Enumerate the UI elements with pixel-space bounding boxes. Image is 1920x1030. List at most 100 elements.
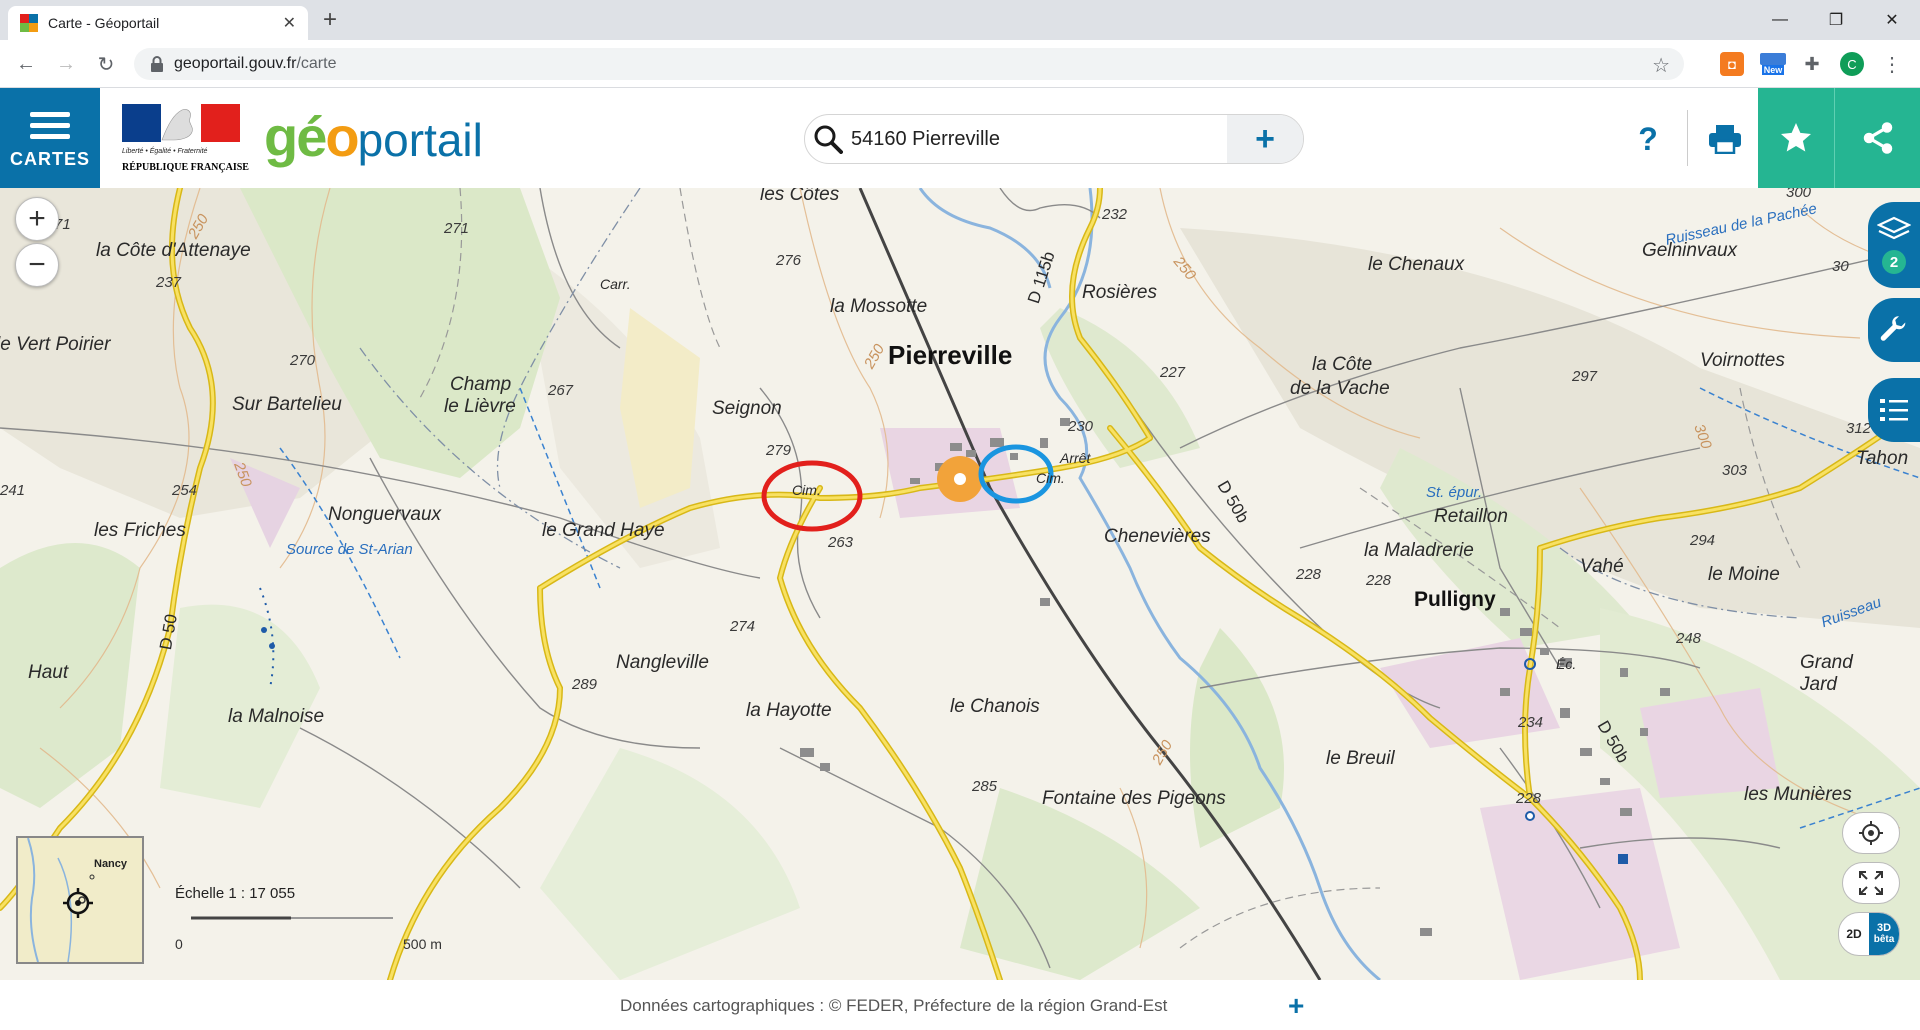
map-label: Source de St-Arian <box>286 541 413 558</box>
altitude-label: 241 <box>0 482 26 499</box>
zoom-out-button[interactable]: − <box>15 243 59 287</box>
map-label: la Mossotte <box>830 296 928 317</box>
extensions-puzzle-icon[interactable]: ✚ <box>1800 52 1824 76</box>
geoportail-logo[interactable]: géoportail <box>264 104 483 169</box>
wrench-icon <box>1880 316 1906 341</box>
church-marker-pulligny <box>1618 854 1628 864</box>
altitude-label: 248 <box>1676 630 1702 647</box>
hamburger-icon <box>30 106 70 145</box>
zoom-in-button[interactable]: + <box>15 197 59 241</box>
window-close-icon[interactable]: ✕ <box>1864 0 1920 40</box>
header-divider <box>1687 110 1688 166</box>
map-label: Vahé <box>1580 556 1624 577</box>
map-label: Nonguervaux <box>328 504 442 525</box>
cartes-menu-button[interactable]: CARTES <box>0 88 100 188</box>
star-icon <box>1781 123 1811 152</box>
cartes-label: CARTES <box>9 149 90 169</box>
map-label: le Moine <box>1708 564 1780 585</box>
altitude-label: 276 <box>776 252 802 269</box>
map-footer: Données cartographiques : © FEDER, Préfe… <box>0 980 1920 1030</box>
map-label: St. épur. <box>1426 484 1483 501</box>
search-options-button[interactable]: + <box>1227 115 1303 163</box>
map-label: Carr. <box>600 276 631 292</box>
altitude-label: 237 <box>156 274 182 291</box>
extension-shop-icon[interactable]: ◘ <box>1720 52 1744 76</box>
url-text: geoportail.gouv.fr/carte <box>174 55 337 72</box>
crosshair-icon <box>1859 821 1883 845</box>
legend-list-button[interactable] <box>1868 378 1920 442</box>
altitude-label: 271 <box>444 220 470 237</box>
window-controls: — ❐ ✕ <box>1752 0 1920 40</box>
attribution-text: Données cartographiques : © FEDER, Préfe… <box>620 996 1168 1015</box>
map-label: Nangleville <box>616 652 709 673</box>
profile-avatar[interactable]: C <box>1840 52 1864 76</box>
map-label: le Vert Poirier <box>0 334 111 355</box>
share-button[interactable] <box>1834 88 1920 188</box>
extension-new-icon[interactable]: New <box>1758 52 1788 76</box>
map-label: Sur Bartelieu <box>232 394 342 415</box>
scale-end: 500 m <box>403 936 442 952</box>
altitude-label: 228 <box>1296 566 1322 583</box>
map-label: la Maladrerie <box>1364 540 1474 561</box>
altitude-label: 263 <box>828 534 854 551</box>
map-label: Rosières <box>1082 282 1157 303</box>
minimize-icon[interactable]: — <box>1752 0 1808 40</box>
map-label: Haut <box>28 662 69 683</box>
map-view[interactable]: les Côtes la Côte d'Attenaye le Vert Poi… <box>0 188 1920 980</box>
browser-tab[interactable]: Carte - Géoportail ✕ <box>8 6 308 40</box>
map-label: les Côtes <box>760 188 840 205</box>
layers-button[interactable]: 2 <box>1868 202 1920 288</box>
topographic-map-canvas <box>0 188 1920 980</box>
browser-menu-icon[interactable]: ⋮ <box>1880 52 1904 76</box>
geolocate-button[interactable] <box>1842 812 1900 854</box>
forward-arrow-icon[interactable]: → <box>52 50 80 78</box>
back-arrow-icon[interactable]: ← <box>12 50 40 78</box>
new-tab-button[interactable]: + <box>323 6 337 34</box>
map-label: Pulligny <box>1414 588 1496 611</box>
help-button[interactable]: ? <box>1628 114 1668 164</box>
altitude-label: 300 <box>1786 188 1812 201</box>
tab-title: Carte - Géoportail <box>48 15 160 31</box>
print-button[interactable] <box>1700 114 1750 164</box>
altitude-label: 273 <box>450 188 475 189</box>
overview-minimap[interactable]: Nancy <box>16 836 144 964</box>
altitude-label: 270 <box>290 352 316 369</box>
attribution-more-button[interactable]: + <box>1288 990 1304 1022</box>
url-field[interactable]: geoportail.gouv.fr/carte ☆ <box>134 48 1684 80</box>
map-label: le Chanois <box>950 696 1040 717</box>
geoportail-header: CARTES Liberté • Égalité • Fraternité RÉ… <box>0 88 1920 188</box>
map-label: Grand <box>1800 652 1853 673</box>
tools-button[interactable] <box>1868 298 1920 362</box>
overview-city-label: Nancy <box>94 858 128 870</box>
map-label: la Malnoise <box>228 706 325 727</box>
scale-text: Échelle 1 : 17 055 <box>175 885 296 902</box>
altitude-label: 267 <box>548 382 574 399</box>
share-icon <box>1863 122 1892 154</box>
map-label: le Lièvre <box>444 396 516 417</box>
bookmark-star-icon[interactable]: ☆ <box>1652 53 1670 78</box>
scale-bar <box>191 916 393 920</box>
search-icon[interactable] <box>805 124 851 154</box>
favorites-button[interactable] <box>1758 88 1834 188</box>
map-label: la Côte <box>1312 354 1373 375</box>
map-label: Retaillon <box>1434 506 1508 527</box>
search-input[interactable] <box>851 127 1227 151</box>
altitude-label: 297 <box>1572 368 1598 385</box>
altitude-label: 232 <box>1102 206 1128 223</box>
tab-close-icon[interactable]: ✕ <box>283 13 296 33</box>
altitude-label: 30 <box>1832 258 1849 275</box>
map-label: Jard <box>1800 674 1837 695</box>
address-bar: ← → ↻ geoportail.gouv.fr/carte ☆ ◘ New ✚… <box>0 40 1920 88</box>
altitude-label: 234 <box>1518 714 1544 731</box>
map-label: Champ <box>450 374 512 395</box>
browser-tab-bar: Carte - Géoportail ✕ + — ❐ ✕ <box>0 0 1920 40</box>
view-2d-label[interactable]: 2D <box>1839 913 1869 955</box>
map-label: Pierreville <box>888 340 1013 370</box>
reload-icon[interactable]: ↻ <box>92 50 120 78</box>
view-2d-3d-toggle[interactable]: 2D 3D bêta <box>1838 912 1900 956</box>
maximize-icon[interactable]: ❐ <box>1808 0 1864 40</box>
map-label: Arrêt <box>1060 450 1091 466</box>
fullscreen-icon <box>1859 871 1883 895</box>
map-label: la Hayotte <box>746 700 832 721</box>
fullscreen-button[interactable] <box>1842 862 1900 904</box>
